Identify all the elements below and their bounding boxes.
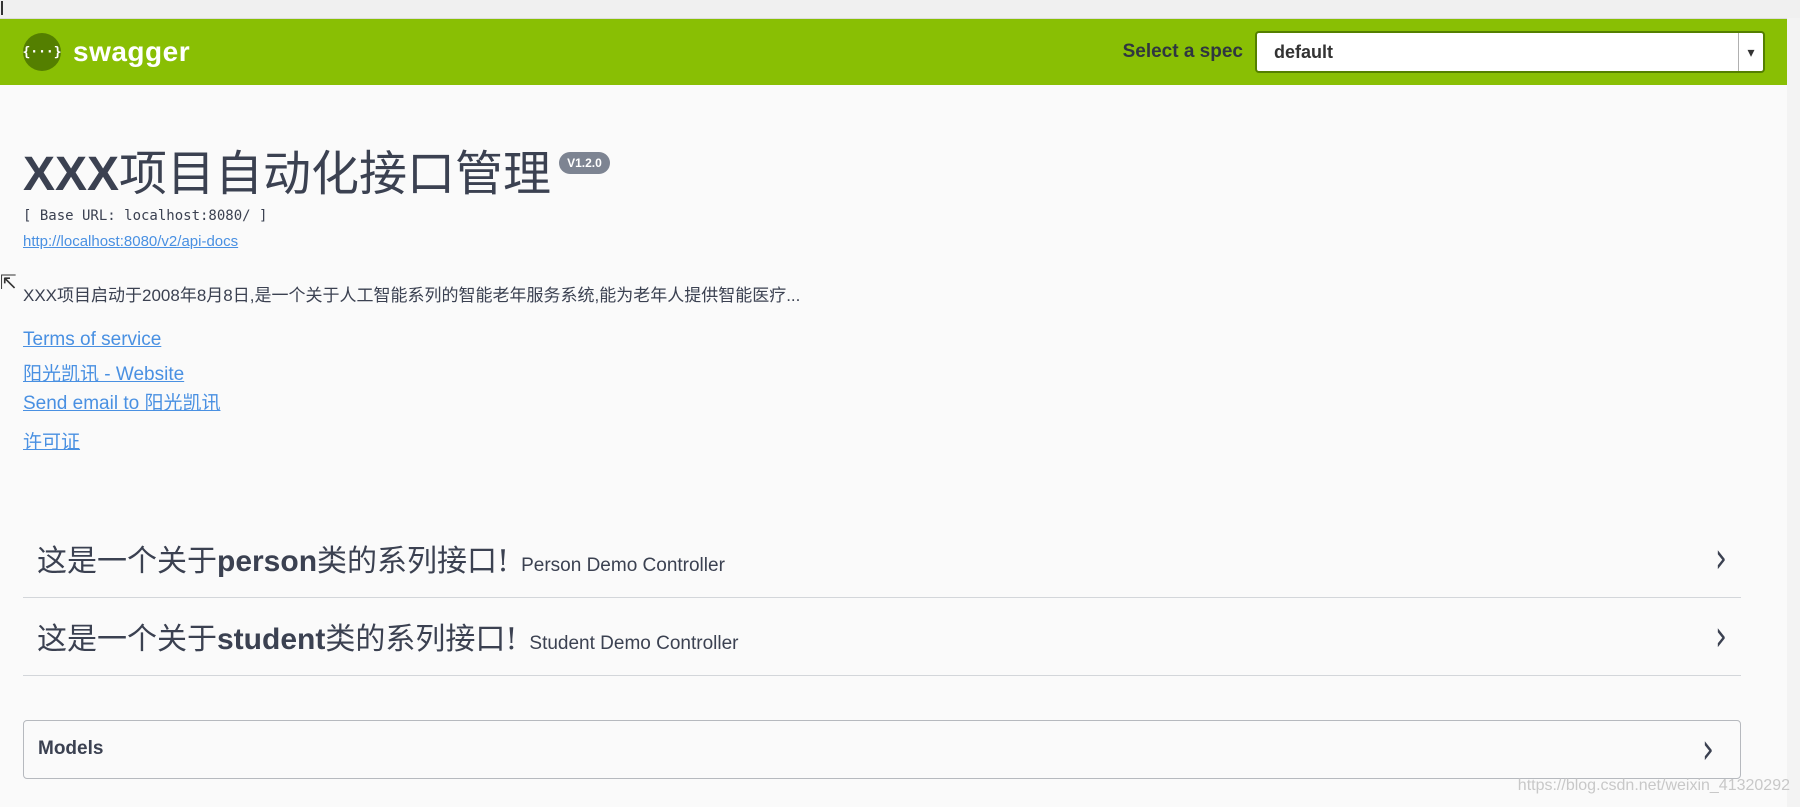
scrollbar[interactable]: [1787, 18, 1800, 807]
page-title: XXX项目自动化接口管理: [23, 148, 551, 202]
api-docs-link[interactable]: http://localhost:8080/v2/api-docs: [23, 233, 238, 250]
text-caret: [1, 1, 3, 15]
tag-title-post: 类的系列接口!: [317, 544, 510, 580]
chevron-down-icon: ▾: [1738, 33, 1763, 71]
models-section[interactable]: Models ›: [23, 719, 1741, 779]
chevron-right-icon[interactable]: ›: [1702, 725, 1714, 774]
info-links: Terms of service 阳光凯讯 - Website Send ema…: [23, 329, 1741, 454]
title-cn: 项目自动化接口管理: [119, 146, 552, 202]
email-link[interactable]: Send email to 阳光凯讯: [23, 388, 1741, 415]
tag-header: 这是一个关于student类的系列接口! Student Demo Contro…: [37, 614, 739, 658]
tag-title: 这是一个关于student类的系列接口!: [37, 614, 517, 658]
tag-title-post: 类的系列接口!: [325, 622, 518, 658]
chevron-right-icon[interactable]: ›: [1715, 534, 1727, 583]
spec-selector: Select a spec default ▾: [1123, 31, 1765, 73]
top-bar: {···} swagger Select a spec default ▾: [0, 19, 1787, 85]
tag-title: 这是一个关于person类的系列接口!: [37, 536, 509, 580]
tag-title-pre: 这是一个关于: [37, 544, 217, 580]
spec-label: Select a spec: [1122, 41, 1243, 62]
tag-description: Person Demo Controller: [521, 555, 725, 577]
tag-list: 这是一个关于person类的系列接口! Person Demo Controll…: [23, 520, 1741, 676]
brand-name: swagger: [73, 36, 191, 67]
tag-title-bold: student: [217, 623, 326, 657]
title-latin: XXX: [23, 148, 120, 201]
models-label: Models: [38, 738, 104, 760]
api-description: XXX项目启动于2008年8月8日,是一个关于人工智能系列的智能老年服务系统,能…: [23, 285, 801, 305]
tag-person[interactable]: 这是一个关于person类的系列接口! Person Demo Controll…: [23, 520, 1741, 598]
brand[interactable]: {···} swagger: [22, 33, 191, 71]
swagger-logo-icon: {···}: [22, 33, 62, 71]
website-link[interactable]: 阳光凯讯 - Website: [23, 359, 1741, 386]
terms-of-service-link[interactable]: Terms of service: [23, 329, 1741, 351]
api-info: XXX项目自动化接口管理 V1.2.0 [ Base URL: localhos…: [23, 85, 1741, 454]
mouse-cursor-icon: ⇱: [0, 272, 17, 294]
tag-student[interactable]: 这是一个关于student类的系列接口! Student Demo Contro…: [23, 598, 1741, 676]
main-content: XXX项目自动化接口管理 V1.2.0 [ Base URL: localhos…: [0, 85, 1764, 779]
browser-top-strip: [0, 0, 1800, 19]
tag-header: 这是一个关于person类的系列接口! Person Demo Controll…: [37, 536, 725, 580]
version-badge: V1.2.0: [559, 152, 610, 174]
license-link[interactable]: 许可证: [23, 427, 1741, 454]
spec-selected-value: default: [1274, 41, 1334, 62]
base-url: [ Base URL: localhost:8080/ ]: [23, 207, 268, 224]
tag-title-pre: 这是一个关于: [37, 622, 217, 658]
tag-description: Student Demo Controller: [529, 633, 739, 655]
spec-select[interactable]: default ▾: [1255, 31, 1765, 73]
watermark: https://blog.csdn.net/weixin_41320292: [1517, 777, 1790, 794]
title-row: XXX项目自动化接口管理 V1.2.0: [23, 148, 1741, 202]
chevron-right-icon[interactable]: ›: [1715, 612, 1727, 661]
tag-title-bold: person: [217, 545, 318, 579]
